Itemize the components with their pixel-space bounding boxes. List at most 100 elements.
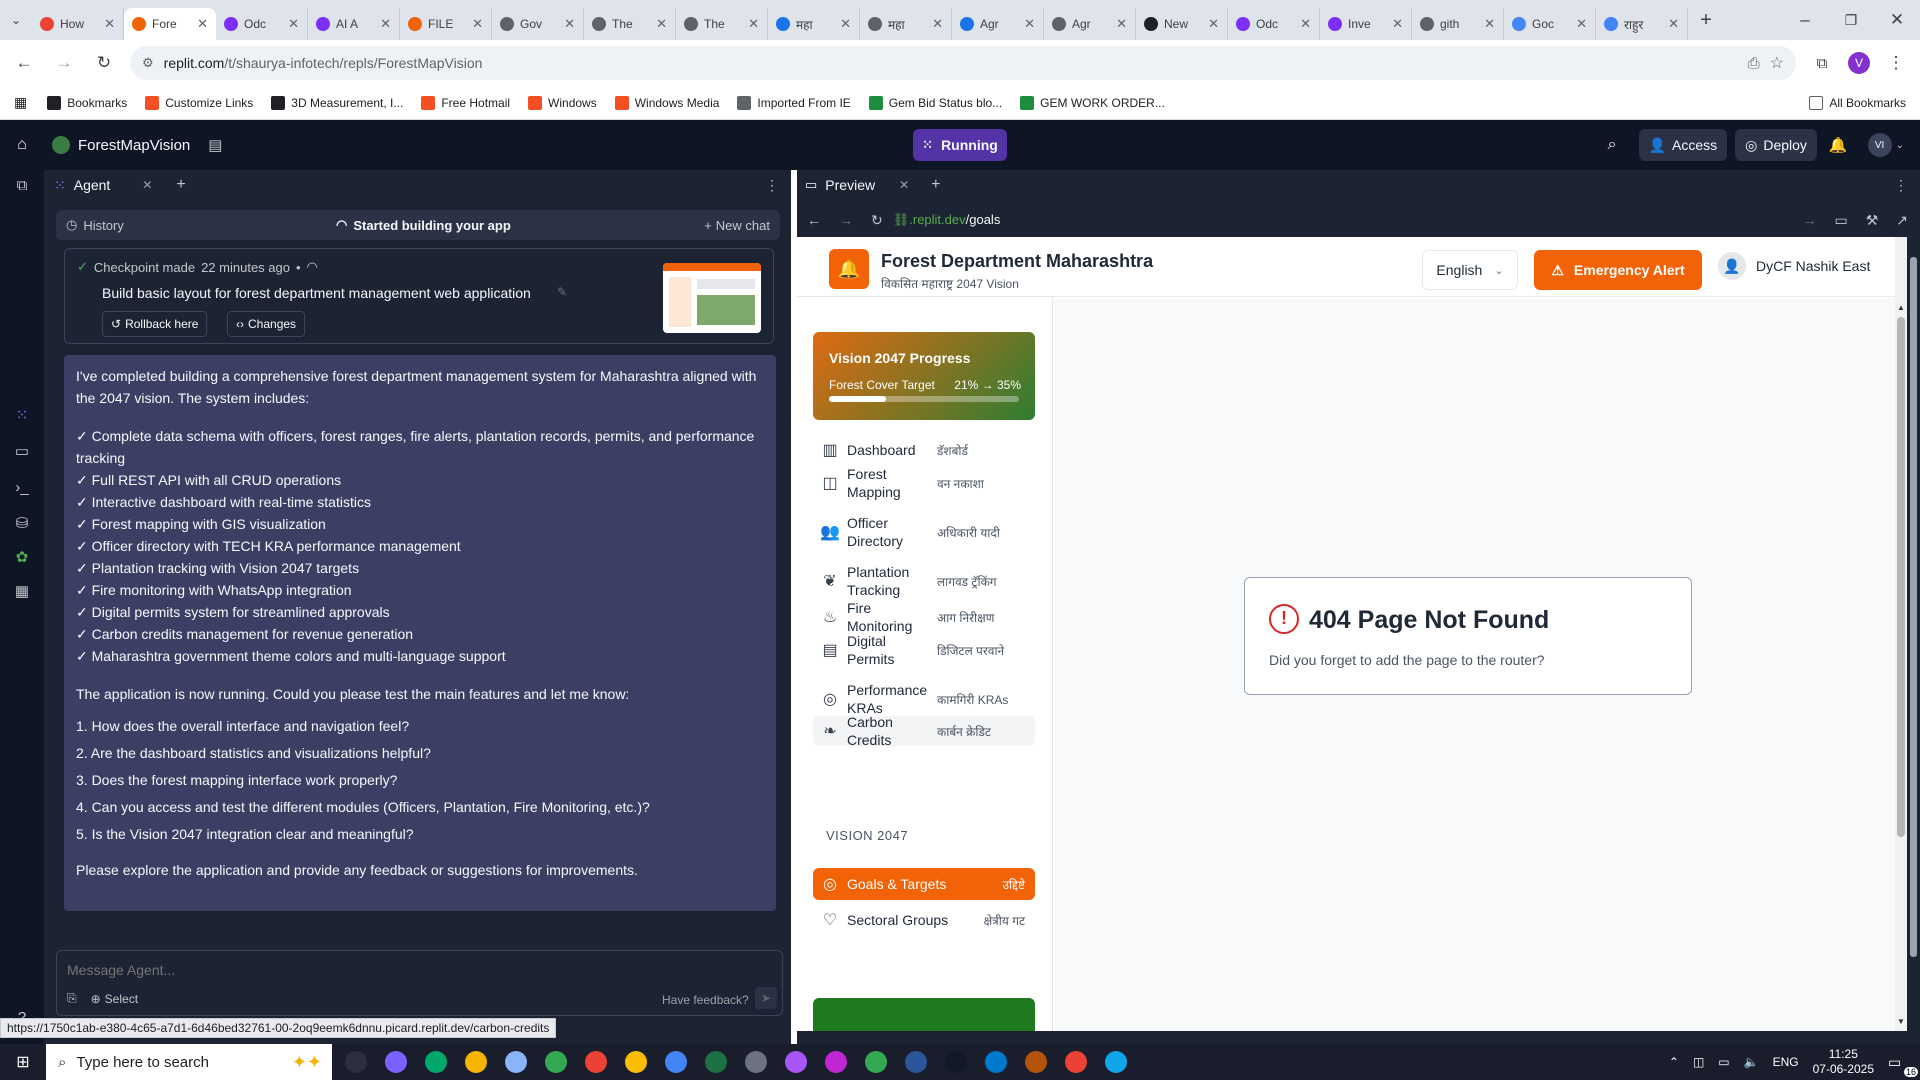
bookmark-item[interactable]: Windows [528,95,597,110]
browser-tab[interactable]: The ✕ [676,8,768,40]
close-tab-icon[interactable]: ✕ [1576,16,1587,32]
tab-search-chevron-icon[interactable]: ⌄ [0,6,32,34]
preview-scrollbar[interactable]: ▲ ▼ [1895,237,1907,1031]
bookmark-item[interactable]: Imported From IE [737,95,851,110]
outer-scrollbar[interactable] [1907,237,1920,1031]
browser-tab[interactable]: New ✕ [1136,8,1228,40]
changes-button[interactable]: ‹› Changes [227,311,306,337]
browser-tab[interactable]: Agr ✕ [952,8,1044,40]
user-menu-chevron-icon[interactable]: ⌄ [1896,140,1904,151]
all-tools-icon[interactable]: ▦ [12,582,32,602]
chrome-icon[interactable] [656,1044,696,1080]
close-tab-icon[interactable]: ✕ [1668,16,1679,32]
browser-tab[interactable]: How ✕ [32,8,124,40]
tab-agent[interactable]: ⁙ Agent ✕ [54,177,152,194]
webview-icon[interactable]: ▭ [12,442,32,462]
word-icon[interactable] [896,1044,936,1080]
bookmark-item[interactable]: Windows Media [614,95,719,110]
shell-icon[interactable]: ›_ [12,478,32,498]
chrome-icon[interactable] [856,1044,896,1080]
profile-avatar[interactable]: V [1848,52,1870,74]
chrome-icon[interactable] [616,1044,656,1080]
sidebar-item-plantation-tracking[interactable]: ❦ Plantation Tracking लागवड ट्रॅकिंग [813,559,1035,603]
close-tab-icon[interactable]: ✕ [840,16,851,32]
close-tab-icon[interactable]: ✕ [1208,16,1219,32]
back-icon[interactable]: ← [10,49,38,77]
project-layout-icon[interactable]: ▤ [208,136,222,154]
notifications-bell-icon[interactable]: 🔔 [1829,136,1848,154]
task-view-icon[interactable] [336,1044,376,1080]
outer-scroll-thumb[interactable] [1910,257,1917,957]
user-avatar[interactable]: VI [1867,133,1892,157]
browser-tab[interactable]: महा ✕ [860,8,952,40]
user-profile[interactable]: 👤 DyCF Nashik East [1718,252,1870,280]
notification-center-icon[interactable]: ▭ 16 [1888,1054,1918,1077]
close-preview-tab-icon[interactable]: ✕ [899,178,909,192]
browser-tab[interactable]: Fore ✕ [124,8,216,40]
devtools-icon[interactable]: ⚒ [1866,212,1879,229]
sidebar-item-sectoral-groups[interactable]: ♡ Sectoral Groups क्षेत्रीय गट [813,904,1035,936]
message-agent-input[interactable] [67,959,767,981]
repl-name[interactable]: ForestMapVision [78,137,190,154]
close-tab-icon[interactable]: ✕ [748,16,759,32]
close-tab-icon[interactable]: ✕ [1300,16,1311,32]
files-panel-icon[interactable]: ⧉ [12,176,32,196]
edge-icon[interactable] [1096,1044,1136,1080]
browser-tab[interactable]: Gov ✕ [492,8,584,40]
install-app-icon[interactable]: ⎙ [1748,55,1760,72]
chrome-icon[interactable] [816,1044,856,1080]
vscode-icon[interactable] [976,1044,1016,1080]
emergency-alert-button[interactable]: ⚠ Emergency Alert [1534,250,1702,290]
browser-tab[interactable]: The ✕ [584,8,676,40]
select-element-button[interactable]: ⊕ Select [91,992,138,1006]
extensions-icon[interactable]: ⧉ [1808,49,1836,77]
scroll-thumb[interactable] [1897,317,1905,837]
access-button[interactable]: 👤 Access [1638,129,1728,161]
open-arrow-icon[interactable]: → [1802,212,1816,228]
chrome-icon[interactable] [1056,1044,1096,1080]
bookmark-item[interactable]: Customize Links [145,95,253,110]
browser-tab[interactable]: राहुर ✕ [1596,8,1688,40]
bookmark-item[interactable]: 3D Measurement, I... [271,95,403,110]
sidebar-item-carbon-credits[interactable]: ❧ Carbon Credits कार्बन क्रेडिट [813,714,1035,748]
store-icon[interactable] [416,1044,456,1080]
bookmark-item[interactable]: Gem Bid Status blo... [868,95,1002,110]
bookmark-item[interactable]: Free Hotmail [421,95,510,110]
restore-icon[interactable]: ◠ [307,259,318,275]
close-agent-tab-icon[interactable]: ✕ [142,178,152,192]
repl-avatar-icon[interactable] [52,136,70,154]
chrome-icon[interactable] [576,1044,616,1080]
close-tab-icon[interactable]: ✕ [656,16,667,32]
new-preview-tab-icon[interactable]: + [931,176,940,194]
sidebar-item-fire-monitoring[interactable]: ♨ Fire Monitoring आग निरीक्षण [813,600,1035,634]
attach-icon[interactable]: ⎘ [67,991,77,1006]
close-tab-icon[interactable]: ✕ [932,16,943,32]
agent-icon[interactable]: ⁙ [12,406,32,426]
browser-tab[interactable]: Odc ✕ [216,8,308,40]
tray-chevron-icon[interactable]: ⌃ [1669,1055,1679,1069]
close-tab-icon[interactable]: ✕ [472,16,483,32]
bookmark-item[interactable]: Bookmarks [47,95,127,110]
tray-app-icon[interactable]: ◫ [1693,1055,1704,1069]
browser-tab[interactable]: Agr ✕ [1044,8,1136,40]
settings-icon[interactable] [736,1044,776,1080]
minimize-window-button[interactable]: – [1782,6,1828,34]
chrome-icon[interactable] [536,1044,576,1080]
browser-tab[interactable]: FILE ✕ [400,8,492,40]
preview-back-icon[interactable]: ← [807,212,821,228]
browser-tab[interactable]: AI A ✕ [308,8,400,40]
new-tab-button[interactable]: + [1692,6,1720,34]
tab-preview[interactable]: ▭ Preview ✕ [805,177,909,193]
forward-icon[interactable]: → [50,49,78,77]
search-icon[interactable]: ⌕ [1608,136,1617,154]
scroll-down-arrow-icon[interactable]: ▼ [1895,1017,1907,1026]
excel-icon[interactable] [696,1044,736,1080]
close-tab-icon[interactable]: ✕ [104,16,115,32]
browser-tab[interactable]: Inve ✕ [1320,8,1412,40]
browser-tab[interactable]: महा ✕ [768,8,860,40]
close-tab-icon[interactable]: ✕ [1116,16,1127,32]
site-info-icon[interactable]: ⚙ [142,55,154,71]
copilot-icon[interactable] [376,1044,416,1080]
bookmark-star-icon[interactable]: ☆ [1770,53,1784,73]
new-pane-tab-icon[interactable]: + [176,176,185,194]
